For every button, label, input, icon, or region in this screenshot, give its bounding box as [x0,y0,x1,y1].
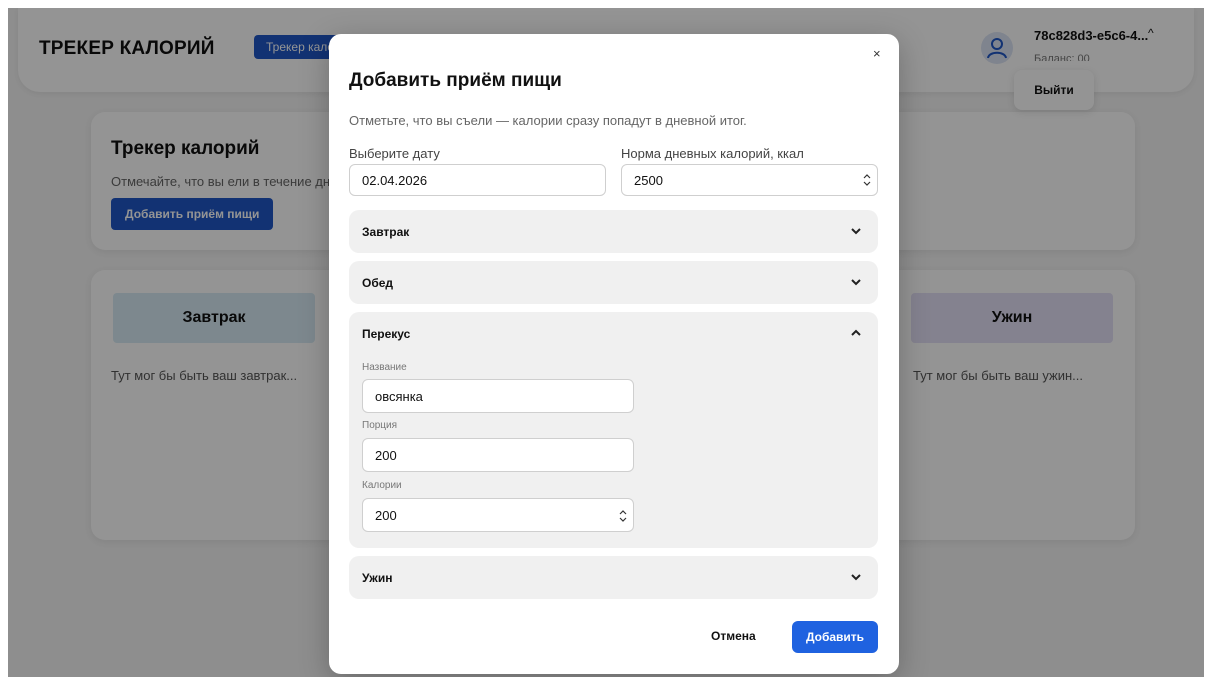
section-breakfast-title: Завтрак [362,225,410,239]
date-input[interactable]: 02.04.2026 [349,164,606,196]
snack-calories-label: Калории [362,480,402,491]
snack-name-input[interactable]: овсянка [362,379,634,413]
stepper-icon[interactable] [619,509,627,523]
section-lunch-title: Обед [362,276,394,290]
chevron-down-icon [851,574,861,581]
close-icon[interactable]: × [873,46,881,61]
chevron-up-icon[interactable] [850,327,862,339]
section-dinner[interactable]: Ужин [349,556,878,599]
section-snack-title[interactable]: Перекус [362,327,410,341]
calorie-norm-label: Норма дневных калорий, ккал [621,146,804,161]
chevron-down-icon [851,228,861,235]
section-dinner-title: Ужин [362,571,393,585]
chevron-down-icon [851,279,861,286]
date-label: Выберите дату [349,146,440,161]
snack-calories-value: 200 [375,508,397,523]
section-breakfast[interactable]: Завтрак [349,210,878,253]
calorie-norm-input[interactable]: 2500 [621,164,878,196]
section-lunch[interactable]: Обед [349,261,878,304]
snack-portion-input[interactable]: 200 [362,438,634,472]
snack-calories-input[interactable]: 200 [362,498,634,532]
snack-portion-label: Порция [362,420,398,431]
cancel-button[interactable]: Отмена [711,629,756,643]
modal-title: Добавить приём пищи [349,70,562,91]
add-meal-modal: × Добавить приём пищи Отметьте, что вы с… [329,34,899,674]
snack-name-label: Название [362,362,407,373]
modal-subtitle: Отметьте, что вы съели — калории сразу п… [349,113,747,128]
submit-add-button[interactable]: Добавить [792,621,878,653]
calorie-norm-value: 2500 [634,173,663,188]
stepper-icon[interactable] [863,173,871,187]
section-snack: Перекус Название овсянка Порция 200 Кало… [349,312,878,548]
